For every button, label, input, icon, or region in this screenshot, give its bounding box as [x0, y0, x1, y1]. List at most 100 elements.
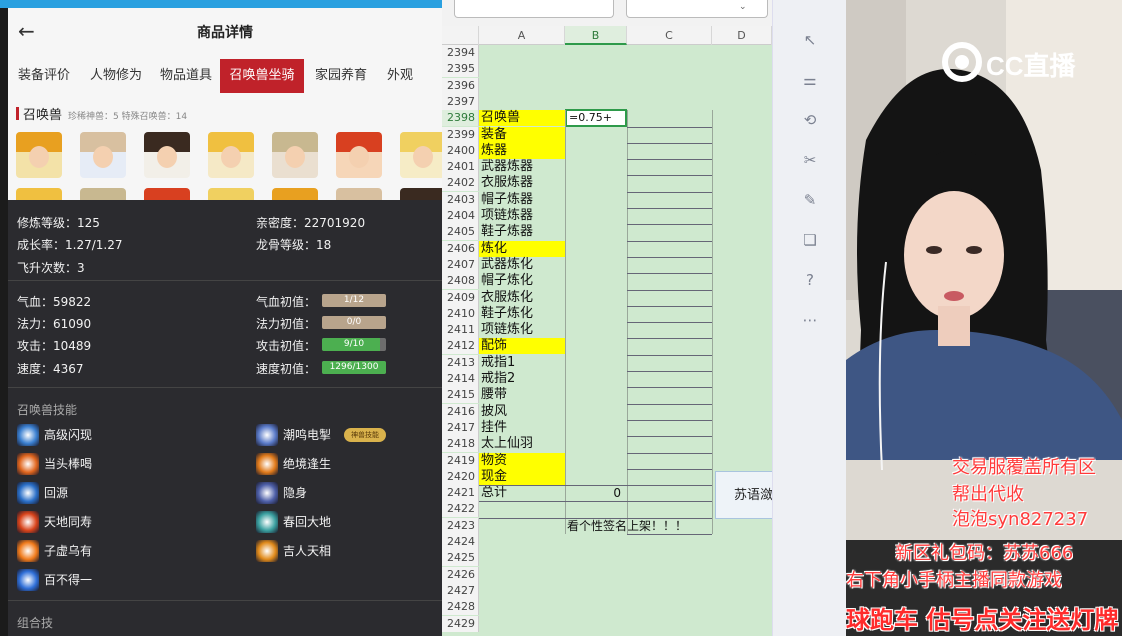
tab-4[interactable]: 家园养育 [304, 59, 378, 93]
avatar[interactable] [208, 188, 254, 200]
cell-a[interactable]: 装备 [479, 126, 565, 143]
help-icon[interactable]: ? [799, 269, 821, 291]
column-header-c[interactable]: C [627, 26, 712, 45]
column-header-d[interactable]: D [712, 26, 772, 45]
row-number[interactable]: 2428 [442, 599, 479, 616]
row-number[interactable]: 2401 [442, 159, 479, 176]
cell-a[interactable]: 配饰 [479, 338, 565, 355]
cell-a[interactable]: 披风 [479, 404, 565, 420]
row-number[interactable]: 2406 [442, 240, 479, 257]
cell-a[interactable]: 戒指1 [479, 355, 565, 371]
rotate-icon[interactable]: ⟲ [799, 109, 821, 131]
cell-a[interactable] [479, 616, 565, 632]
avatar[interactable] [336, 132, 382, 178]
select-all-corner[interactable] [442, 26, 479, 45]
cell-a[interactable]: 帽子炼化 [479, 273, 565, 289]
brush-icon[interactable]: ✎ [799, 189, 821, 211]
row-number[interactable]: 2425 [442, 550, 479, 567]
bookmark-icon[interactable]: ❏ [799, 229, 821, 251]
avatar[interactable] [80, 132, 126, 178]
row-number[interactable]: 2429 [442, 615, 479, 632]
cell-a[interactable]: 太上仙羽 [479, 436, 565, 452]
cell-a[interactable]: 炼化 [479, 240, 565, 257]
cell-b[interactable]: 0 [565, 485, 627, 501]
avatar[interactable] [16, 188, 62, 200]
row-number[interactable]: 2421 [442, 485, 479, 502]
cell-a[interactable]: 帽子炼器 [479, 192, 565, 208]
avatar[interactable] [272, 188, 318, 200]
avatar[interactable] [144, 132, 190, 178]
cell-a[interactable] [479, 599, 565, 615]
cell-a[interactable]: 鞋子炼化 [479, 306, 565, 322]
row-number[interactable]: 2423 [442, 517, 479, 534]
cell-a[interactable]: 项链炼化 [479, 322, 565, 338]
avatar[interactable] [336, 188, 382, 200]
row-number[interactable]: 2405 [442, 224, 479, 241]
avatar[interactable] [272, 132, 318, 178]
cell-a[interactable] [479, 61, 565, 77]
cell-a[interactable]: 项链炼器 [479, 208, 565, 224]
cell-a[interactable] [479, 45, 565, 61]
tab-5[interactable]: 外观 [378, 59, 422, 93]
cell-a[interactable]: 武器炼器 [479, 159, 565, 175]
more-icon[interactable]: ⋯ [799, 309, 821, 331]
avatar[interactable] [16, 132, 62, 178]
row-number[interactable]: 2395 [442, 61, 479, 78]
cell-a[interactable] [479, 94, 565, 110]
cell-a[interactable] [479, 567, 565, 583]
row-number[interactable]: 2422 [442, 501, 479, 518]
tab-2[interactable]: 物品道具 [152, 59, 220, 93]
cell-a[interactable] [479, 550, 565, 566]
cursor-icon[interactable]: ↖ [799, 29, 821, 51]
row-number[interactable]: 2400 [442, 142, 479, 159]
row-number[interactable]: 2402 [442, 175, 479, 192]
avatar[interactable] [400, 188, 442, 200]
avatar[interactable] [400, 132, 442, 178]
cell-a[interactable] [479, 78, 565, 94]
cell-a[interactable]: 武器炼化 [479, 257, 565, 273]
chevron-down-icon[interactable]: ⌄ [739, 2, 747, 12]
cell-a[interactable]: 总计 [479, 485, 565, 501]
row-number[interactable]: 2396 [442, 77, 479, 94]
cell-a[interactable]: 物资 [479, 452, 565, 469]
tab-3[interactable]: 召唤兽坐骑 [220, 59, 304, 93]
row-number[interactable]: 2413 [442, 354, 479, 371]
cell-b[interactable]: 看个性签名上架！！！ [567, 518, 717, 534]
row-number[interactable]: 2416 [442, 403, 479, 420]
formula-box[interactable]: ⌄ [626, 0, 768, 18]
name-box[interactable] [454, 0, 614, 18]
row-number[interactable]: 2409 [442, 289, 479, 306]
row-number[interactable]: 2410 [442, 305, 479, 322]
avatar[interactable] [80, 188, 126, 200]
cell-a[interactable] [479, 501, 565, 517]
row-number[interactable]: 2397 [442, 93, 479, 110]
cell-a[interactable]: 鞋子炼器 [479, 224, 565, 240]
row-number[interactable]: 2408 [442, 273, 479, 290]
row-number[interactable]: 2398 [442, 110, 479, 127]
cell-a[interactable]: 戒指2 [479, 371, 565, 387]
row-number[interactable]: 2417 [442, 419, 479, 436]
cell-a[interactable]: 挂件 [479, 420, 565, 436]
row-number[interactable]: 2399 [442, 126, 479, 143]
side-note-cell[interactable]: 苏语潋 [715, 471, 772, 520]
row-number[interactable]: 2407 [442, 256, 479, 273]
cell-a[interactable]: 衣服炼化 [479, 290, 565, 306]
row-number[interactable]: 2419 [442, 452, 479, 469]
cell-a[interactable]: 腰带 [479, 387, 565, 403]
tab-1[interactable]: 人物修为 [80, 59, 152, 93]
cell-a[interactable]: 召唤兽 [479, 110, 565, 127]
column-header-b[interactable]: B [565, 26, 627, 45]
row-number[interactable]: 2424 [442, 534, 479, 550]
cell-a[interactable] [479, 534, 565, 550]
row-number[interactable]: 2403 [442, 191, 479, 208]
cell-a[interactable]: 炼器 [479, 142, 565, 159]
row-number[interactable]: 2420 [442, 468, 479, 485]
cell-a[interactable] [479, 583, 565, 599]
row-number[interactable]: 2411 [442, 322, 479, 339]
tab-0[interactable]: 装备评价 [8, 59, 80, 93]
row-number[interactable]: 2412 [442, 338, 479, 355]
row-number[interactable]: 2418 [442, 436, 479, 453]
tools-icon[interactable]: ✂ [799, 149, 821, 171]
row-number[interactable]: 2415 [442, 387, 479, 404]
column-header-a[interactable]: A [479, 26, 565, 45]
